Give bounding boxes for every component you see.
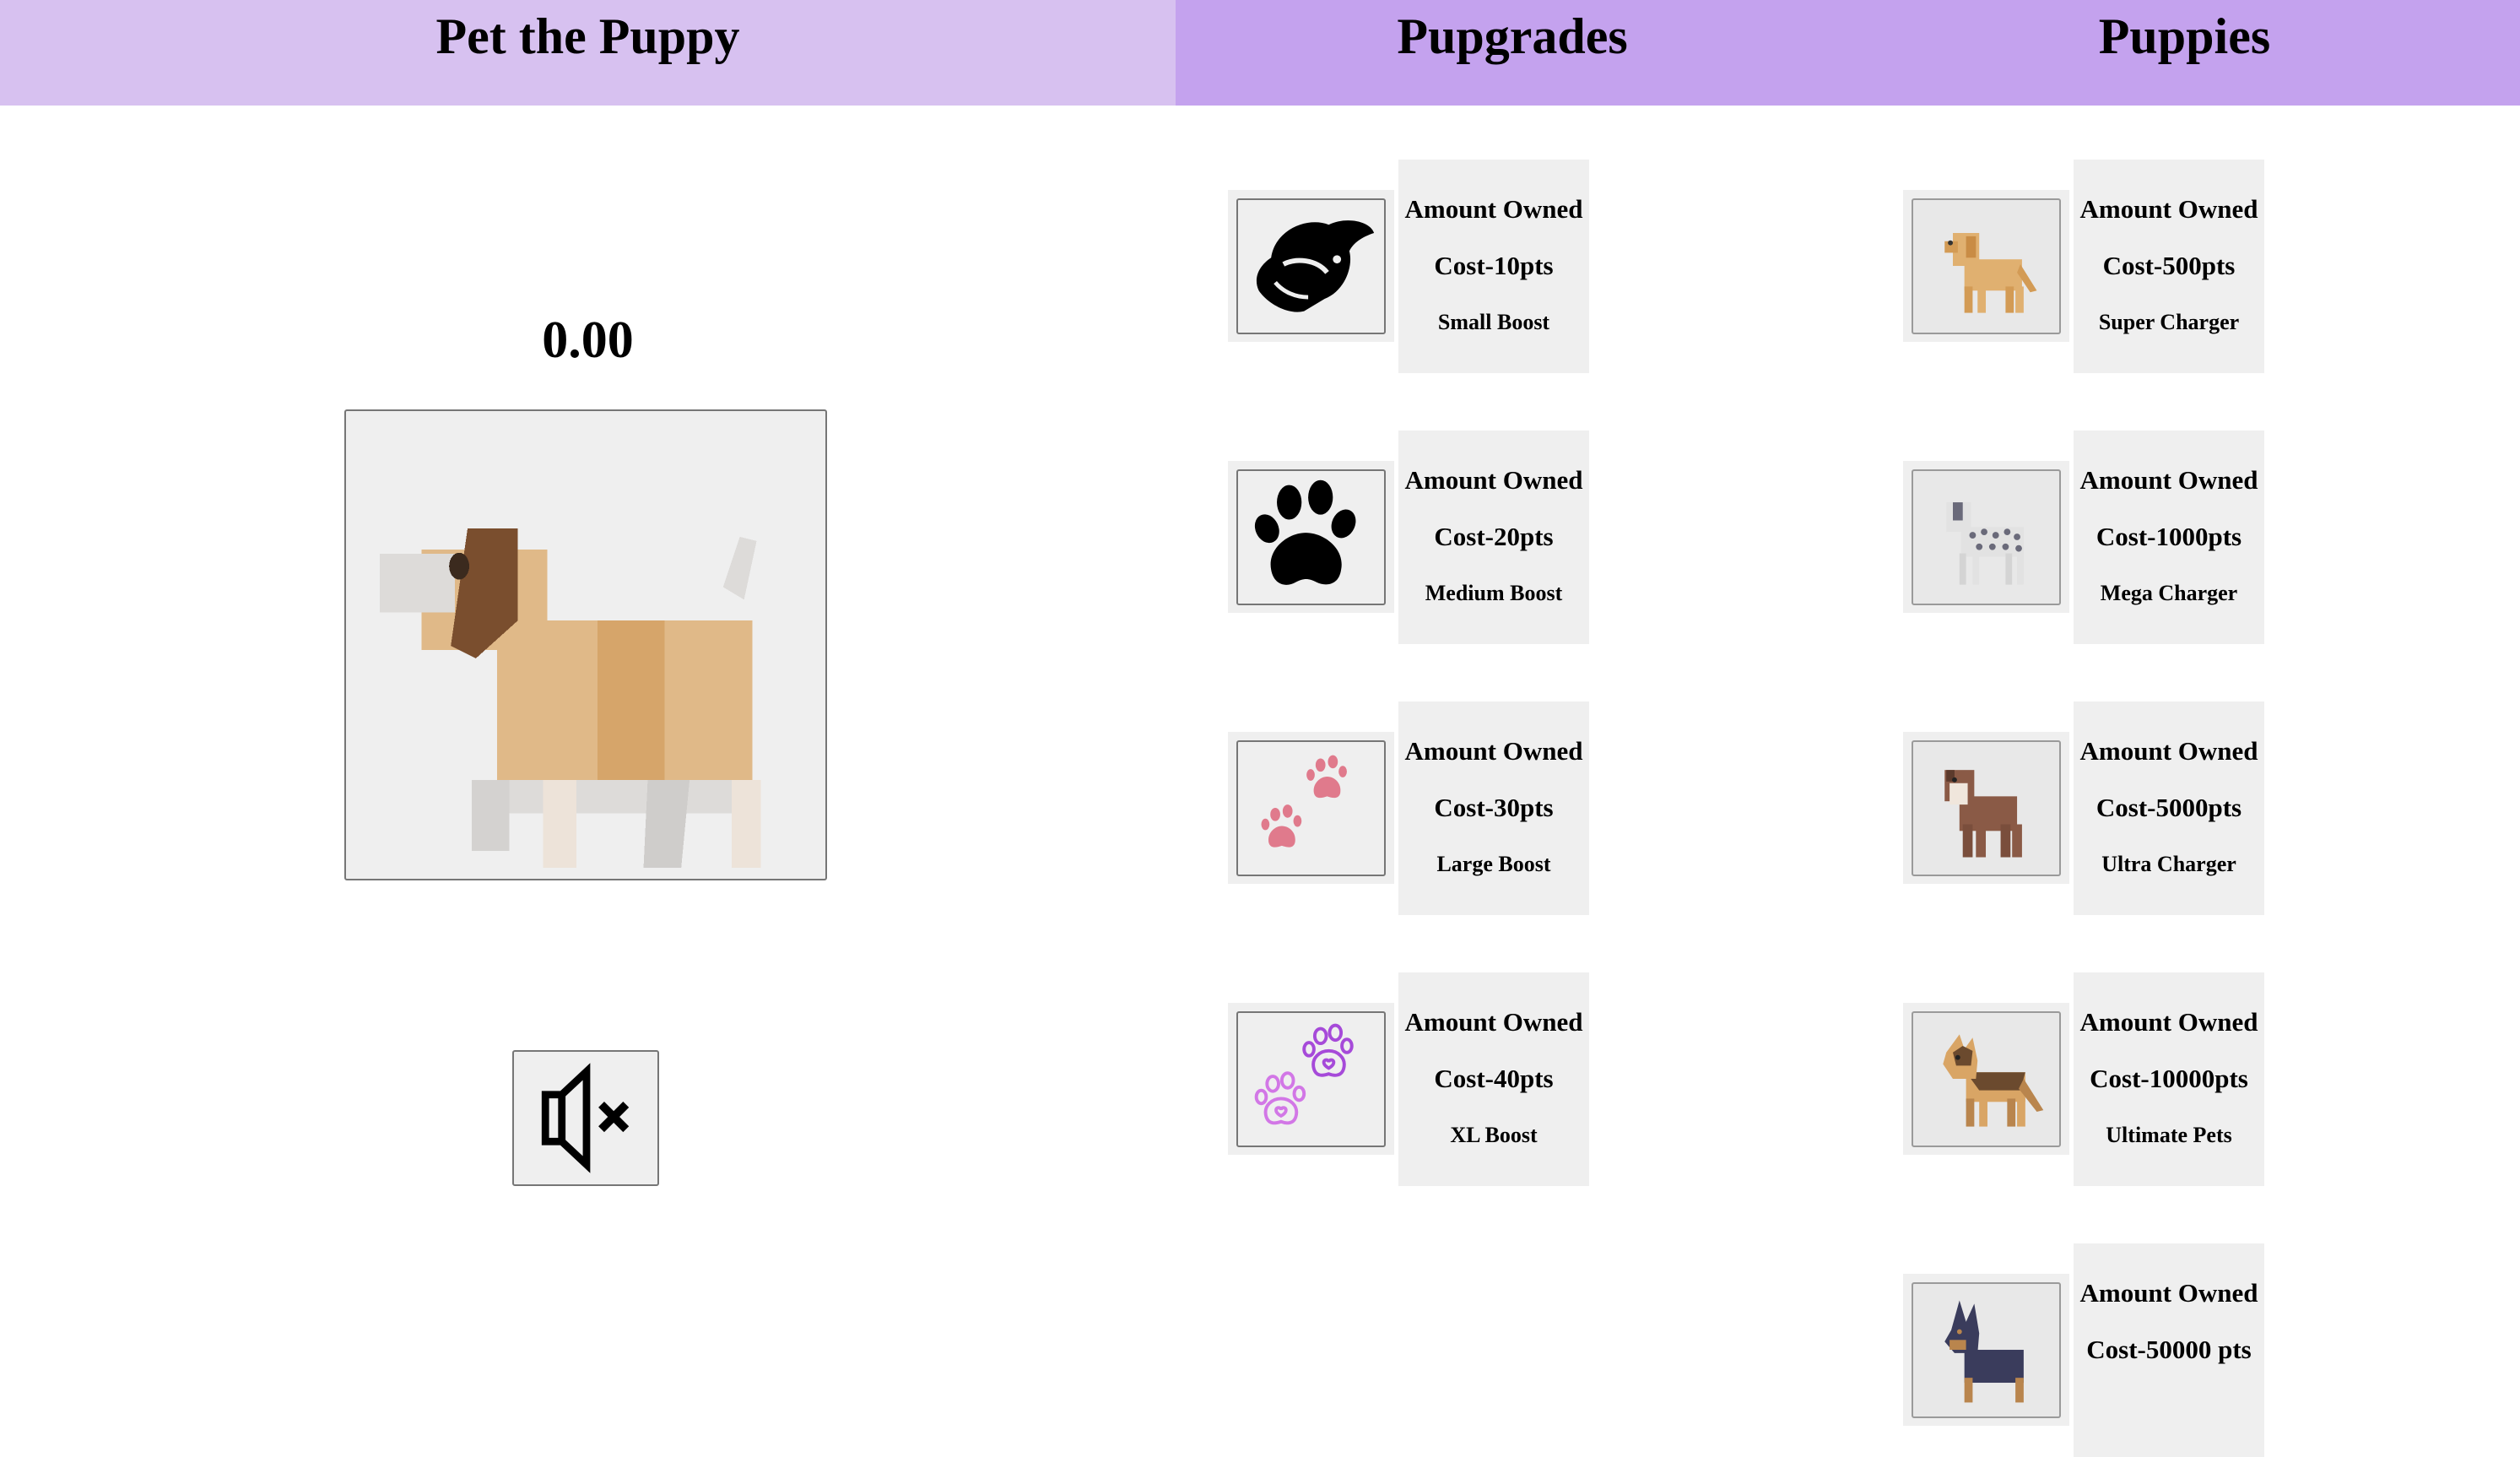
amount-owned-label: Amount Owned xyxy=(1404,736,1583,766)
amount-owned-label: Amount Owned xyxy=(2079,194,2258,224)
buy-super-charger-button[interactable] xyxy=(1912,198,2061,334)
buy-ultra-charger-button[interactable] xyxy=(1912,740,2061,876)
puppies-header: Puppies xyxy=(1849,0,2520,106)
pet-the-puppy-header: Pet the Puppy xyxy=(0,0,1176,106)
buy-mega-charger-button[interactable] xyxy=(1912,469,2061,605)
cost-label: Cost-40pts xyxy=(1434,1064,1554,1093)
speaker-muted-icon xyxy=(541,1063,630,1173)
cost-label: Cost-1000pts xyxy=(2095,522,2242,551)
score-display: 0.00 xyxy=(542,311,634,369)
buy-xl-boost-button[interactable] xyxy=(1236,1011,1386,1147)
buy-doberman-button[interactable] xyxy=(1912,1282,2061,1418)
cost-label: Cost-5000pts xyxy=(2095,793,2242,822)
dog-head-icon xyxy=(1256,220,1375,312)
beagle-puppy-icon xyxy=(379,528,761,869)
buy-ultimate-pets-button[interactable] xyxy=(1912,1011,2061,1147)
boost-name: Large Boost xyxy=(1436,852,1551,876)
cost-label: Cost-10pts xyxy=(1434,251,1554,280)
puppy-name: Mega Charger xyxy=(2100,581,2238,605)
cost-label: Cost-20pts xyxy=(1434,522,1554,551)
boost-name: Small Boost xyxy=(1437,310,1550,334)
pupgrades-header: Pupgrades xyxy=(1176,0,1849,106)
amount-owned-label: Amount Owned xyxy=(2079,736,2258,766)
doberman-icon xyxy=(1944,1300,2024,1403)
boost-name: Medium Boost xyxy=(1425,581,1563,605)
buy-large-boost-button[interactable] xyxy=(1236,740,1386,876)
amount-owned-label: Amount Owned xyxy=(2079,1007,2258,1037)
amount-owned-label: Amount Owned xyxy=(1404,194,1583,224)
amount-owned-label: Amount Owned xyxy=(2079,465,2258,495)
puppy-name: Ultra Charger xyxy=(2101,852,2236,876)
dalmatian-icon xyxy=(1946,502,2024,585)
german-shepherd-icon xyxy=(1943,1034,2044,1127)
amount-owned-label: Amount Owned xyxy=(1404,1007,1583,1037)
purple-heart-paws-icon xyxy=(1254,1023,1354,1125)
pink-paws-icon xyxy=(1261,755,1347,848)
cost-label: Cost-10000pts xyxy=(2090,1064,2248,1093)
pitbull-icon xyxy=(1944,770,2022,858)
boost-name: XL Boost xyxy=(1450,1123,1538,1147)
cost-label: Cost-500pts xyxy=(2102,251,2236,280)
mute-button[interactable] xyxy=(512,1050,659,1186)
puppy-name: Super Charger xyxy=(2098,310,2240,334)
amount-owned-label: Amount Owned xyxy=(2079,1278,2258,1308)
buy-medium-boost-button[interactable] xyxy=(1236,469,1386,605)
buy-small-boost-button[interactable] xyxy=(1236,198,1386,334)
amount-owned-label: Amount Owned xyxy=(1404,465,1583,495)
paw-icon xyxy=(1254,479,1356,585)
puppy-name: Ultimate Pets xyxy=(2106,1123,2232,1147)
cost-label: Cost-50000 pts xyxy=(2086,1335,2252,1364)
pet-puppy-button[interactable] xyxy=(344,409,827,880)
golden-retriever-icon xyxy=(1944,233,2037,313)
cost-label: Cost-30pts xyxy=(1434,793,1554,822)
